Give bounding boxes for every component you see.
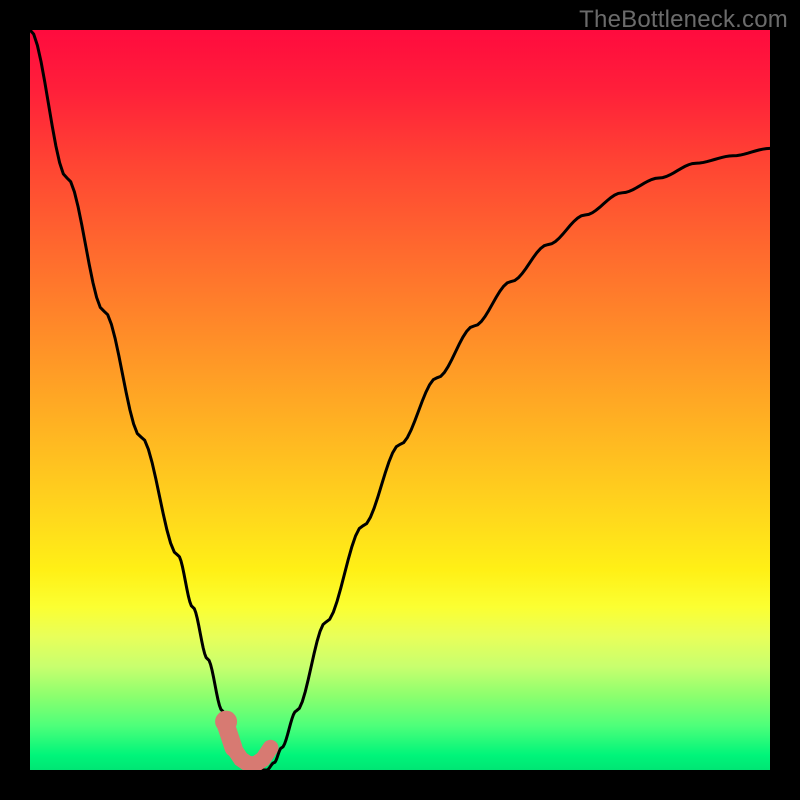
highlight-dot xyxy=(215,711,237,733)
curve-svg xyxy=(30,30,770,770)
highlight-right xyxy=(263,748,270,759)
chart-frame: TheBottleneck.com xyxy=(0,0,800,800)
plot-area xyxy=(30,30,770,770)
bottleneck-curve xyxy=(30,30,770,770)
